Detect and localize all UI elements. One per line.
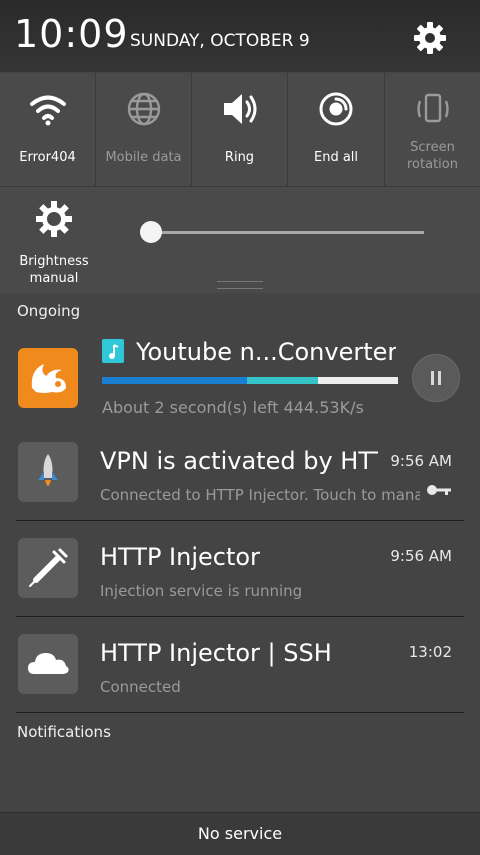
notification-title: HTTP Injector — [100, 543, 260, 571]
quick-toggle-wifi[interactable]: Error404 — [0, 73, 96, 186]
brightness-panel: Brightness manual — [0, 186, 480, 293]
music-file-icon — [102, 339, 124, 363]
download-progress-bar — [102, 377, 398, 384]
notification-subtitle: Connected to HTTP Injector. Touch to man… — [100, 486, 420, 504]
notification-time: 13:02 — [408, 643, 452, 661]
notification-subtitle: Connected — [100, 678, 181, 696]
quick-toggle-label: Ring — [224, 150, 255, 165]
end-all-icon — [288, 89, 384, 129]
brightness-slider-thumb[interactable] — [140, 221, 162, 243]
quick-toggle-screen-rotation[interactable]: Screen rotation — [385, 73, 480, 186]
notification-time: 9:56 AM — [390, 452, 452, 470]
section-header-notifications: Notifications — [17, 723, 111, 741]
uc-browser-icon — [18, 348, 78, 408]
quick-toggle-label: Screen rotation — [407, 140, 458, 172]
section-header-ongoing: Ongoing — [17, 302, 81, 320]
syringe-icon — [18, 538, 78, 598]
quick-toggle-label: Mobile data — [105, 150, 182, 165]
brightness-icon[interactable] — [32, 197, 76, 241]
key-icon — [425, 482, 453, 496]
gear-icon[interactable] — [410, 18, 450, 58]
brightness-label: Brightness manual — [19, 254, 89, 286]
notification-title: Youtube n...Converter — [136, 338, 396, 366]
divider — [16, 520, 464, 521]
carrier-status-bar: No service — [0, 812, 480, 855]
clock: 10:09 — [14, 12, 129, 56]
status-bar: 10:09 SUNDAY, OCTOBER 9 — [0, 0, 480, 72]
notification-title: VPN is activated by HTTP Injector — [100, 447, 378, 475]
brightness-slider-track[interactable] — [140, 231, 424, 234]
divider — [16, 712, 464, 713]
rotation-icon — [385, 89, 480, 129]
quick-toggle-label: End all — [313, 150, 359, 165]
notification-subtitle: About 2 second(s) left 444.53K/s — [102, 398, 364, 417]
quick-toggle-end-all[interactable]: End all — [288, 73, 385, 186]
pause-button[interactable] — [412, 354, 460, 402]
date: SUNDAY, OCTOBER 9 — [130, 31, 310, 51]
carrier-label: No service — [197, 824, 283, 843]
notification-title: HTTP Injector | SSH — [100, 639, 332, 667]
quick-toggle-mobile-data[interactable]: Mobile data — [96, 73, 192, 186]
notification-subtitle: Injection service is running — [100, 582, 303, 600]
divider — [16, 616, 464, 617]
quick-toggle-sound[interactable]: Ring — [192, 73, 288, 186]
progress-buffer — [247, 377, 318, 384]
speaker-icon — [192, 89, 287, 129]
drag-handle[interactable] — [217, 281, 263, 289]
wifi-icon — [0, 89, 95, 129]
quick-settings-panel: Error404 Mobile data Ring End all Screen… — [0, 73, 480, 186]
cloud-icon — [18, 634, 78, 694]
progress-fill — [102, 377, 247, 384]
notification-time: 9:56 AM — [390, 547, 452, 565]
quick-toggle-label: Error404 — [19, 150, 76, 165]
globe-icon — [96, 89, 191, 129]
rocket-icon — [18, 442, 78, 502]
